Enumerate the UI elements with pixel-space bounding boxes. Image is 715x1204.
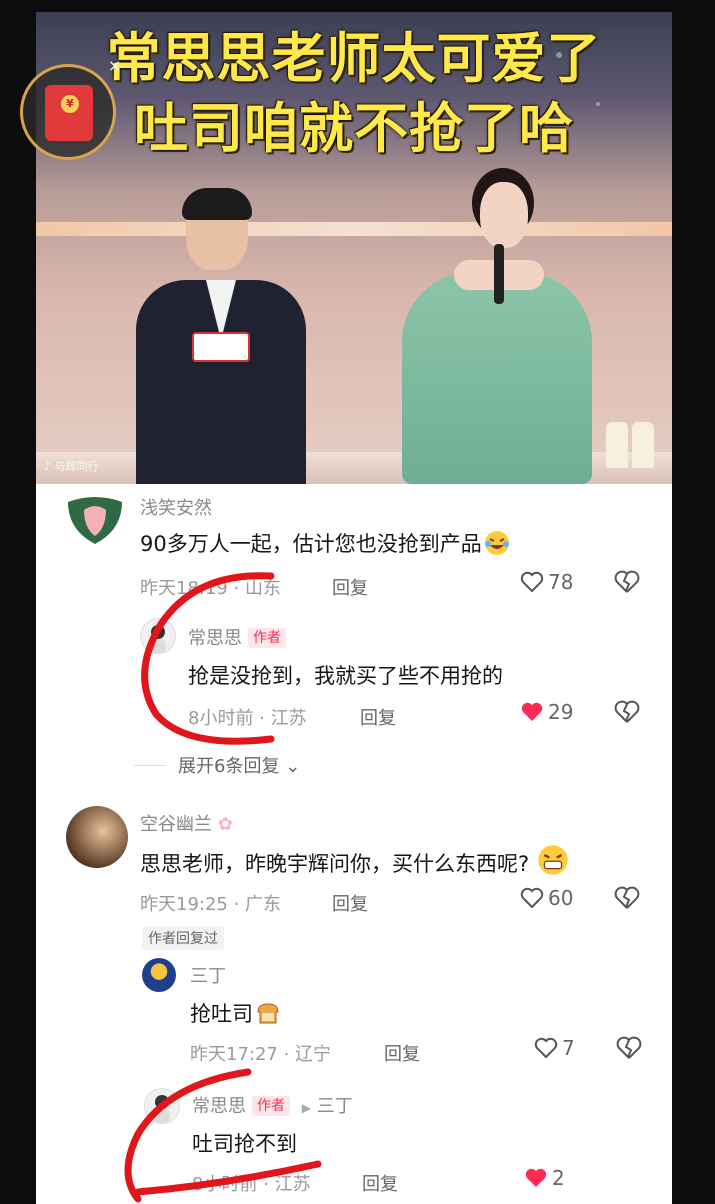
heart-filled-icon [521, 702, 543, 721]
reply-username[interactable]: 三丁 [190, 962, 226, 988]
comment-username: 空谷幽兰 ✿ [140, 810, 233, 836]
chevron-down-icon: ⌄ [285, 756, 301, 777]
reply-meta: 8小时前 · 江苏 [192, 1174, 311, 1195]
comment-text: 思思老师，昨晚宇辉问你，买什么东西呢? [140, 844, 569, 878]
reply-text: 吐司抢不到 [192, 1132, 297, 1156]
heart-icon [520, 571, 544, 593]
heart-filled-icon [525, 1168, 547, 1187]
screenshot-frame: 常思思老师太可爱了 吐司咱就不抢了哈 ♪ 与辉同行 ¥ × 浅笑安然 90多万人… [0, 0, 715, 1204]
reply-username: 常思思 作者 [188, 624, 286, 650]
video-watermark: ♪ 与辉同行 [44, 458, 99, 474]
broken-heart-icon[interactable] [614, 700, 640, 724]
avatar[interactable] [64, 496, 126, 546]
comment-body: 90多万人一起，估计您也没抢到产品 [140, 532, 482, 556]
broken-heart-icon[interactable] [616, 1036, 642, 1060]
reply-body: 抢吐司 [190, 1002, 253, 1026]
like-count: 29 [548, 700, 574, 724]
comment-time: 昨天19:25 [140, 894, 228, 915]
like-count: 2 [552, 1166, 565, 1190]
reply-author-name[interactable]: 常思思 [192, 1096, 246, 1117]
bread-emoji [257, 1003, 279, 1024]
overlay-title-line2: 吐司咱就不抢了哈 [134, 97, 574, 160]
comment-location: 广东 [245, 894, 282, 915]
author-badge: 作者 [252, 1096, 290, 1116]
comment-text: 90多万人一起，估计您也没抢到产品 [140, 528, 510, 558]
reply-text: 抢是没抢到，我就买了些不用抢的 [188, 664, 503, 688]
comment-time: 昨天18:19 [140, 578, 228, 599]
expand-replies-button[interactable]: 展开6条回复 ⌄ [134, 752, 300, 778]
reply-button[interactable]: 回复 [384, 1040, 420, 1066]
reply-meta: 8小时前 · 江苏 [188, 708, 307, 729]
comments-panel: 浅笑安然 90多万人一起，估计您也没抢到产品 昨天18:19 · 山东 回复 7… [36, 484, 672, 1204]
broken-heart-icon[interactable] [614, 886, 640, 910]
avatar[interactable] [66, 806, 128, 868]
broken-heart-icon[interactable] [614, 570, 640, 594]
male-host-figure [136, 188, 306, 484]
comment-username[interactable]: 浅笑安然 [140, 494, 212, 520]
reply-time: 8小时前 [192, 1174, 258, 1195]
like-button[interactable]: 29 [520, 700, 573, 724]
reply-to-name[interactable]: 三丁 [317, 1096, 353, 1117]
like-button[interactable]: 7 [534, 1036, 575, 1060]
reply-time: 8小时前 [188, 708, 254, 729]
reply-time: 昨天17:27 [190, 1044, 278, 1065]
reply-username: 常思思 作者 ▶ 三丁 [192, 1092, 353, 1118]
reply-button[interactable]: 回复 [360, 704, 396, 730]
reply-button[interactable]: 回复 [362, 1170, 398, 1196]
avatar[interactable] [142, 958, 176, 992]
heart-icon [520, 887, 544, 909]
close-icon[interactable]: × [108, 56, 121, 75]
reply-location: 辽宁 [295, 1044, 332, 1065]
avatar[interactable] [144, 1088, 180, 1124]
reply-button[interactable]: 回复 [332, 890, 368, 916]
grinning-emoji [538, 845, 568, 875]
product-bottles [596, 422, 666, 472]
reply-button[interactable]: 回复 [332, 574, 368, 600]
watermark-text: 与辉同行 [54, 460, 99, 473]
reply-arrow-icon: ▶ [301, 1101, 311, 1115]
comment-author-name[interactable]: 空谷幽兰 [140, 814, 212, 835]
red-packet-widget[interactable]: ¥ [20, 64, 116, 160]
video-player[interactable]: 常思思老师太可爱了 吐司咱就不抢了哈 ♪ 与辉同行 [36, 12, 672, 484]
crying-laughing-emoji [484, 531, 509, 555]
comment-location: 山东 [245, 578, 282, 599]
author-badge: 作者 [248, 628, 286, 648]
reply-text: 抢吐司 [190, 998, 281, 1028]
comment-meta: 昨天18:19 · 山东 [140, 578, 282, 599]
female-guest-figure [402, 168, 592, 484]
like-button[interactable]: 2 [524, 1166, 565, 1190]
like-button[interactable]: 60 [520, 886, 573, 910]
heart-icon [534, 1037, 558, 1059]
like-count: 60 [548, 886, 574, 910]
reply-location: 江苏 [270, 708, 307, 729]
like-count: 7 [562, 1036, 575, 1060]
author-replied-tag: 作者回复过 [142, 926, 224, 950]
reply-author-name[interactable]: 常思思 [188, 628, 242, 649]
comment-body: 思思老师，昨晚宇辉问你，买什么东西呢? [140, 852, 530, 876]
flower-icon: ✿ [217, 814, 233, 835]
reply-meta: 昨天17:27 · 辽宁 [190, 1044, 332, 1065]
divider [134, 765, 166, 766]
comment-meta: 昨天19:25 · 广东 [140, 894, 282, 915]
tiktok-logo-icon: ♪ [44, 460, 52, 473]
overlay-title-line1: 常思思老师太可爱了 [106, 27, 602, 90]
like-button[interactable]: 78 [520, 570, 573, 594]
coin-icon: ¥ [61, 95, 79, 113]
expand-label: 展开6条回复 [178, 756, 280, 777]
avatar[interactable] [140, 618, 176, 654]
like-count: 78 [548, 570, 574, 594]
reply-location: 江苏 [274, 1174, 311, 1195]
red-envelope-icon [45, 85, 93, 141]
